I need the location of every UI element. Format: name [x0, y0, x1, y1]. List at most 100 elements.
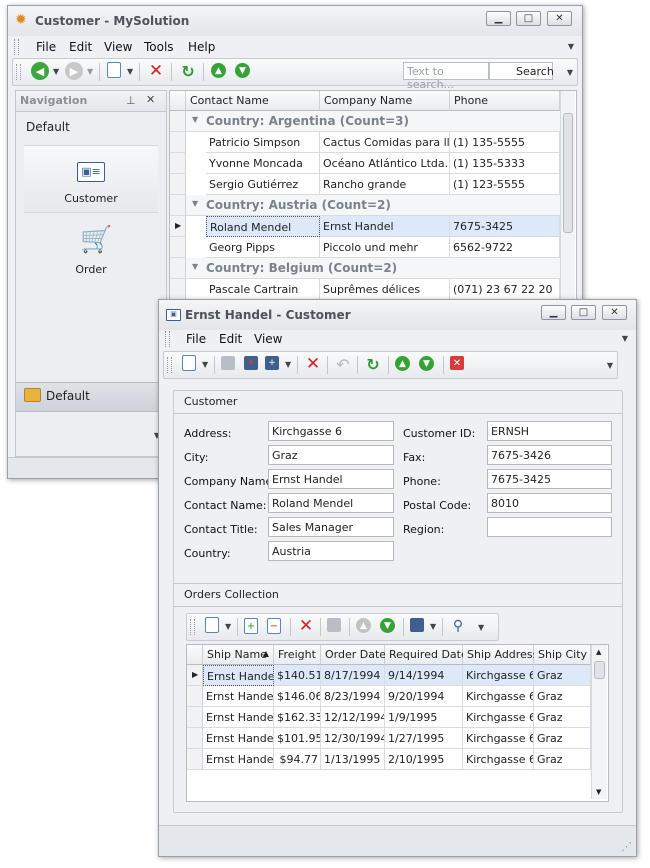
edit-icon[interactable]	[327, 618, 341, 632]
grid-cell[interactable]: Graz	[534, 686, 591, 707]
grid-cell[interactable]: 1/27/1995	[385, 728, 463, 749]
delete-icon[interactable]: ✕	[297, 616, 315, 636]
menu-tools[interactable]: Tools	[144, 40, 174, 54]
filter-icon[interactable]: ⚲	[449, 617, 467, 635]
grid-cell[interactable]: Georg Pipps	[206, 237, 320, 258]
maximize-button[interactable]: □	[516, 11, 541, 26]
grid-cell[interactable]: Ernst Handel	[203, 728, 274, 749]
search-button[interactable]: Search	[489, 62, 554, 80]
grid-cell[interactable]: Kirchgasse 6	[463, 749, 534, 770]
delete-icon[interactable]: ✕	[304, 354, 322, 374]
new-dropdown-icon[interactable]: ▼	[202, 360, 208, 369]
grid-cell[interactable]: Pascale Cartrain	[206, 279, 320, 300]
menu-help[interactable]: Help	[188, 40, 215, 54]
scrollbar-thumb[interactable]	[594, 661, 605, 679]
toolbar-overflow-icon[interactable]: ▼	[567, 68, 573, 77]
grid-cell[interactable]: Graz	[534, 749, 591, 770]
postal-code-field[interactable]: 8010	[487, 493, 612, 513]
grid-cell[interactable]: Yvonne Moncada	[206, 153, 320, 174]
pin-icon[interactable]: ⊥	[126, 94, 136, 107]
group-row-argentina[interactable]: ▼ Country: Argentina (Count=3)	[186, 111, 560, 132]
next-record-icon[interactable]: ▼	[419, 356, 434, 371]
forward-dropdown-icon[interactable]: ▼	[87, 67, 93, 76]
column-header-freight[interactable]: Freight	[274, 645, 321, 665]
nav-item-customer[interactable]: ▣≡ Customer	[24, 145, 158, 213]
grid-cell[interactable]: 12/30/1994	[321, 728, 385, 749]
minimize-button[interactable]: ▁	[486, 11, 511, 26]
undo-icon[interactable]: ↶	[334, 355, 352, 374]
grid-cell[interactable]: Ernst Handel	[203, 749, 274, 770]
back-icon[interactable]: ◀	[31, 62, 49, 80]
export-dropdown-icon[interactable]: ▼	[430, 622, 436, 631]
scroll-down-icon[interactable]: ▼	[596, 788, 601, 796]
region-field[interactable]	[487, 517, 612, 537]
grid-cell[interactable]: 2/10/1995	[385, 749, 463, 770]
address-field[interactable]: Kirchgasse 6	[268, 421, 394, 441]
column-header-contact-name[interactable]: Contact Name	[186, 91, 320, 111]
close-button[interactable]: ✕	[602, 305, 627, 320]
column-header-ship-city[interactable]: Ship City	[534, 645, 591, 665]
nav-group-title[interactable]: Default	[26, 120, 70, 134]
group-collapse-icon[interactable]: ▼	[192, 199, 198, 208]
grid-cell[interactable]: 1/13/1995	[321, 749, 385, 770]
menu-edit[interactable]: Edit	[69, 40, 92, 54]
grid-cell[interactable]: Kirchgasse 6	[463, 728, 534, 749]
save-dropdown-icon[interactable]: ▼	[285, 360, 291, 369]
link-icon[interactable]: +	[244, 618, 258, 634]
contact-name-field[interactable]: Roland Mendel	[268, 493, 394, 513]
grid-cell[interactable]: (071) 23 67 22 20	[450, 279, 560, 300]
toolbar-overflow-icon[interactable]: ▼	[607, 361, 613, 370]
scrollbar-thumb[interactable]	[563, 113, 573, 233]
column-header-required-date[interactable]: Required Date	[385, 645, 468, 665]
grid-cell[interactable]: 6562-9722	[450, 237, 560, 258]
grid-cell[interactable]: $162.33	[274, 707, 321, 728]
menu-file[interactable]: File	[36, 40, 56, 54]
grid-cell[interactable]: Rancho grande	[320, 174, 450, 195]
grid-cell[interactable]: 8/17/1994	[321, 665, 385, 686]
menubar-overflow-icon[interactable]: ▼	[622, 334, 628, 343]
column-header-phone[interactable]: Phone	[450, 91, 560, 111]
grid-cell[interactable]: Graz	[534, 707, 591, 728]
new-dropdown-icon[interactable]: ▼	[127, 67, 133, 76]
grid-cell[interactable]: Suprêmes délices	[320, 279, 450, 300]
back-dropdown-icon[interactable]: ▼	[53, 67, 59, 76]
menu-view[interactable]: View	[254, 332, 282, 346]
column-header-company-name[interactable]: Company Name	[320, 91, 450, 111]
grid-cell[interactable]: Patricio Simpson	[206, 132, 320, 153]
refresh-icon[interactable]: ↻	[179, 62, 197, 81]
company-name-field[interactable]: Ernst Handel	[268, 469, 394, 489]
grid-cell[interactable]: $146.06	[274, 686, 321, 707]
grid-cell[interactable]: Kirchgasse 6	[463, 665, 534, 686]
save-icon[interactable]	[221, 356, 235, 370]
grid-cell[interactable]: Roland Mendel	[206, 216, 320, 237]
orders-scrollbar[interactable]: ▲ ▼	[591, 645, 607, 799]
grid-cell[interactable]: 12/12/1994	[321, 707, 385, 728]
forward-icon[interactable]: ▶	[65, 62, 83, 80]
grid-cell[interactable]: Graz	[534, 728, 591, 749]
previous-record-icon[interactable]: ▲	[211, 63, 226, 78]
customer-id-field[interactable]: ERNSH	[487, 421, 612, 441]
column-header-ship-address[interactable]: Ship Address	[463, 645, 538, 665]
grid-cell[interactable]: (1) 123-5555	[450, 174, 560, 195]
menu-view[interactable]: View	[104, 40, 132, 54]
group-row-belgium[interactable]: ▼ Country: Belgium (Count=2)	[186, 258, 560, 279]
column-header-order-date[interactable]: Order Date	[321, 645, 386, 665]
grid-cell[interactable]: (1) 135-5555	[450, 132, 560, 153]
grid-cell[interactable]: 1/9/1995	[385, 707, 463, 728]
save-and-close-icon[interactable]: ✕	[244, 356, 258, 370]
toolbar-overflow-icon[interactable]: ▼	[478, 623, 484, 632]
unlink-icon[interactable]: −	[267, 618, 281, 634]
next-record-icon[interactable]: ▼	[380, 618, 395, 633]
search-input[interactable]: Text to search...	[403, 62, 489, 91]
grid-cell[interactable]: Ernst Handel	[203, 707, 274, 728]
scroll-up-icon[interactable]: ▲	[596, 648, 601, 656]
menubar-overflow-icon[interactable]: ▼	[568, 42, 574, 51]
maximize-button[interactable]: □	[571, 305, 596, 320]
grid-cell[interactable]: Ernst Handel	[320, 216, 450, 237]
column-header-ship-name[interactable]: Ship Name ▲	[203, 645, 274, 665]
grid-cell[interactable]: Ernst Handel	[203, 686, 274, 707]
contact-title-field[interactable]: Sales Manager	[268, 517, 394, 537]
grid-cell[interactable]: $94.77	[274, 749, 321, 770]
previous-record-icon[interactable]: ▲	[395, 356, 410, 371]
resize-grip-icon[interactable]: ⋰	[621, 840, 632, 853]
